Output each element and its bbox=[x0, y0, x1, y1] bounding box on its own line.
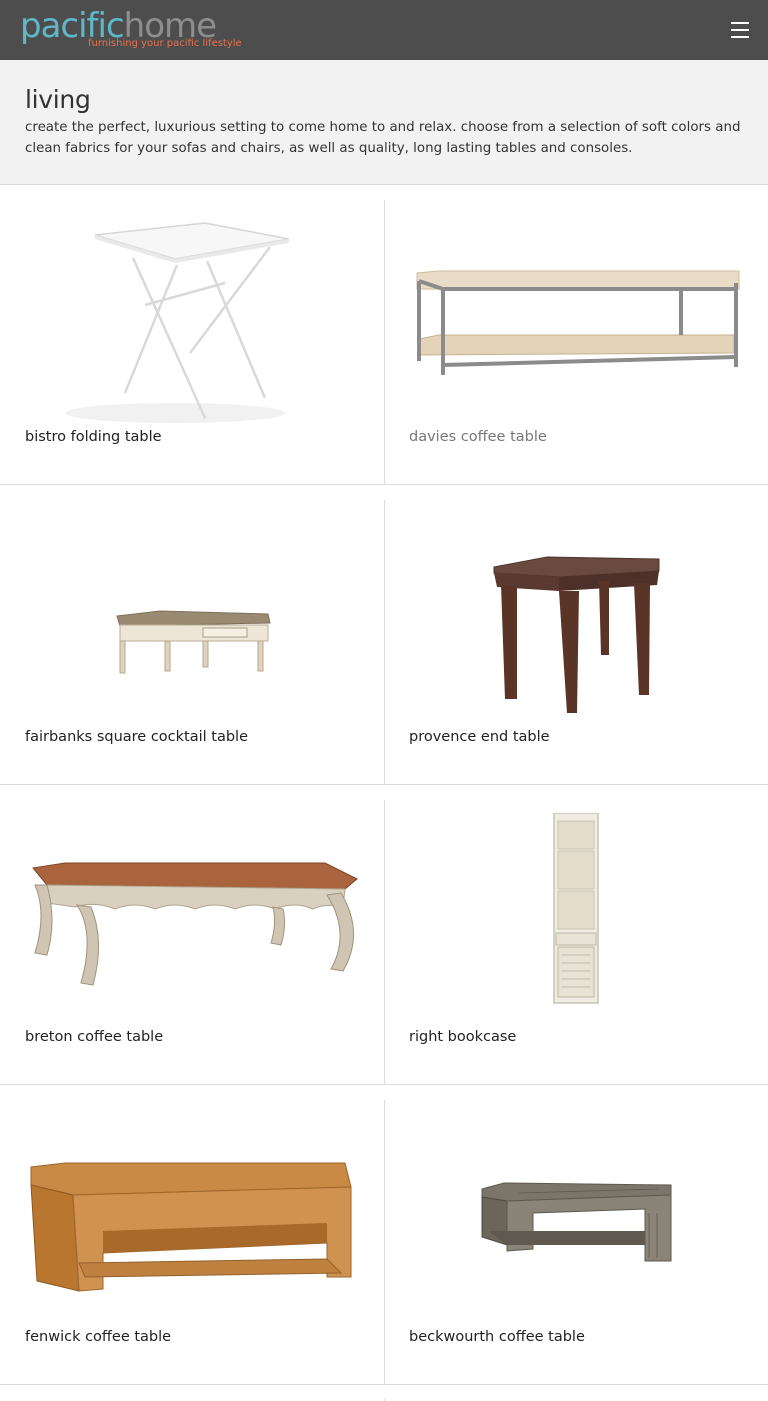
right-bookcase-image[interactable] bbox=[409, 813, 743, 1028]
fairbanks-cocktail-table-image[interactable] bbox=[25, 513, 359, 728]
beckwourth-coffee-table-image[interactable] bbox=[409, 1113, 743, 1328]
breton-coffee-table-image[interactable] bbox=[25, 813, 359, 1028]
product-row: fairbanks square cocktail table provence… bbox=[0, 485, 768, 785]
product-row: bistro folding table davies coffee table bbox=[0, 185, 768, 485]
hamburger-menu-icon[interactable] bbox=[728, 18, 752, 42]
grid-continuation bbox=[0, 1385, 768, 1401]
product-name[interactable]: bistro folding table bbox=[25, 429, 162, 445]
category-description: create the perfect, luxurious setting to… bbox=[25, 120, 741, 156]
product-card[interactable]: fenwick coffee table bbox=[0, 1085, 384, 1385]
bistro-folding-table-image[interactable] bbox=[25, 213, 359, 428]
page-title: living bbox=[25, 85, 91, 114]
product-row: breton coffee table right bookcase bbox=[0, 785, 768, 1085]
product-name[interactable]: fairbanks square cocktail table bbox=[25, 729, 248, 745]
product-card[interactable]: right bookcase bbox=[384, 785, 768, 1085]
product-name[interactable]: davies coffee table bbox=[409, 429, 547, 445]
category-intro: living create the perfect, luxurious set… bbox=[0, 60, 768, 185]
product-card[interactable]: provence end table bbox=[384, 485, 768, 785]
product-card[interactable]: breton coffee table bbox=[0, 785, 384, 1085]
site-logo[interactable]: pacifichome furnishing your pacific life… bbox=[20, 6, 260, 54]
product-card[interactable]: bistro folding table bbox=[0, 185, 384, 485]
product-card[interactable]: davies coffee table bbox=[384, 185, 768, 485]
logo-tagline: furnishing your pacific lifestyle bbox=[88, 38, 242, 49]
product-name[interactable]: fenwick coffee table bbox=[25, 1329, 171, 1345]
product-card[interactable]: beckwourth coffee table bbox=[384, 1085, 768, 1385]
product-grid: bistro folding table davies coffee table bbox=[0, 185, 768, 1385]
davies-coffee-table-image[interactable] bbox=[409, 213, 743, 428]
product-name[interactable]: right bookcase bbox=[409, 1029, 516, 1045]
product-name[interactable]: breton coffee table bbox=[25, 1029, 163, 1045]
site-header: pacifichome furnishing your pacific life… bbox=[0, 0, 768, 60]
fenwick-coffee-table-image[interactable] bbox=[25, 1113, 359, 1328]
product-name[interactable]: provence end table bbox=[409, 729, 550, 745]
product-card[interactable]: fairbanks square cocktail table bbox=[0, 485, 384, 785]
product-row: fenwick coffee table beckwourth coffee t… bbox=[0, 1085, 768, 1385]
product-name[interactable]: beckwourth coffee table bbox=[409, 1329, 585, 1345]
provence-end-table-image[interactable] bbox=[409, 513, 743, 728]
